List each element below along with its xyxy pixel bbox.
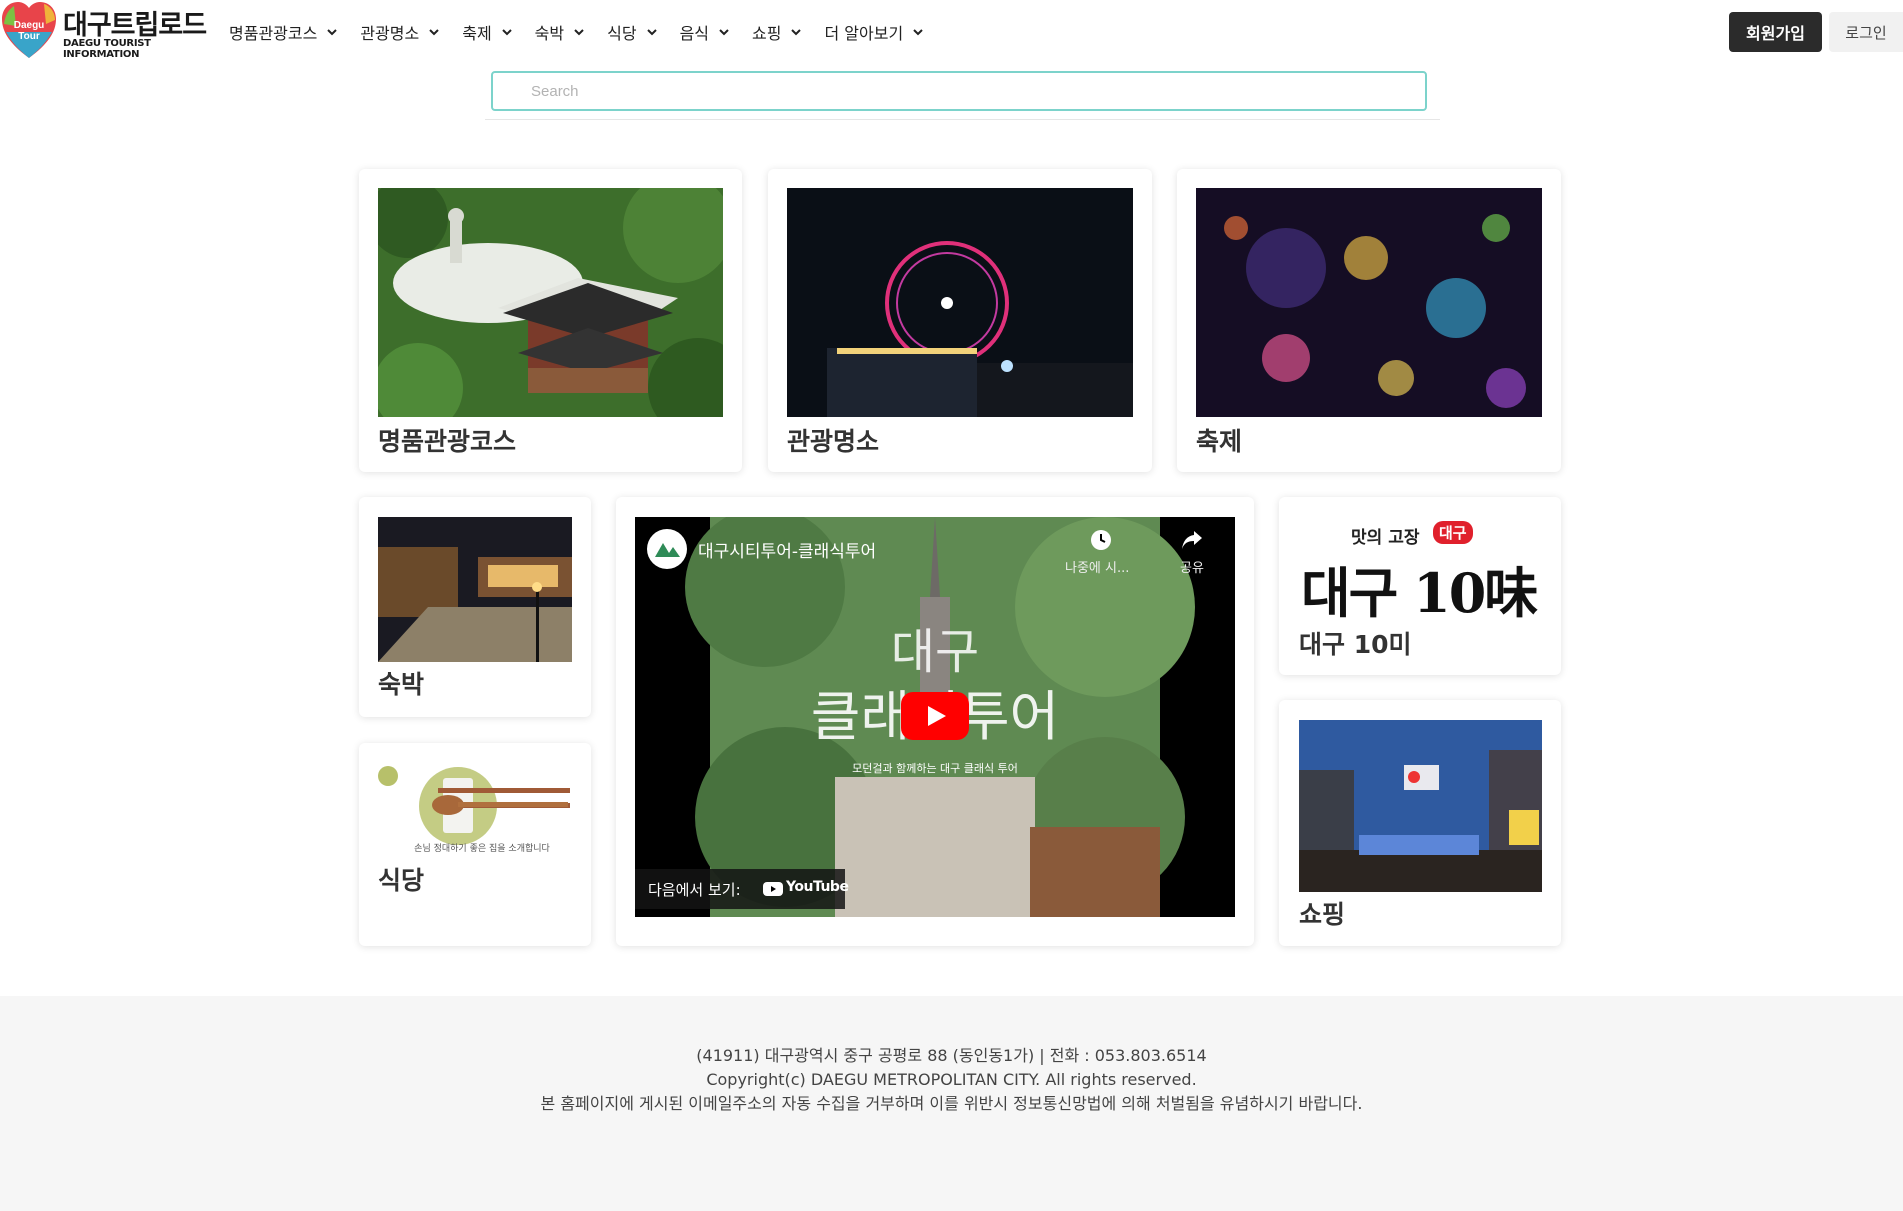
login-button[interactable]: 로그인 [1829,12,1903,52]
site-header: Daegu Tour 대구트립로드 DAEGU TOURIST INFORMAT… [0,0,1903,68]
site-logo[interactable]: Daegu Tour 대구트립로드 DAEGU TOURIST INFORMAT… [0,0,220,64]
chevron-down-icon [574,29,584,36]
card-course[interactable]: 명품관광코스 [359,169,742,472]
nav-label: 관광명소 [360,24,420,43]
card-title-attractions: 관광명소 [787,427,880,456]
share-label[interactable]: 공유 [1180,557,1204,576]
nav-item-course[interactable]: 명품관광코스 [229,20,338,44]
chevron-down-icon [646,29,657,36]
svg-text:Tour: Tour [18,31,40,42]
hanok-image [378,517,572,662]
nav-item-festival[interactable]: 축제 [462,20,512,44]
card-shopping[interactable]: 쇼핑 [1279,700,1561,946]
video-player[interactable]: 대구시티투어-클래식투어 나중에 시... 공유 대구 클래식투어 모던걸과 함… [635,517,1235,917]
card-title-restaurant: 식당 [378,866,425,895]
restaurant-tagline: 손님 정대하기 좋은 집을 소개합니다 [414,844,550,854]
search-bar [485,70,1440,120]
youtube-play-button-icon[interactable] [901,692,969,740]
youtube-wordmark: YouTube [786,879,849,895]
nav-label: 음식 [679,24,710,43]
daegu-tour-heart-logo: Daegu Tour [2,2,56,58]
chevron-down-icon [913,29,923,36]
channel-avatar-icon[interactable] [647,529,687,569]
card-title-course: 명품관광코스 [378,427,517,456]
nav-label: 더 알아보기 [824,24,904,43]
shopping-photo [1299,720,1542,892]
course-photo [378,188,723,417]
nav-item-food[interactable]: 음식 [680,20,729,44]
main-nav: 명품관광코스 관광명소 축제 숙박 식당 음식 쇼핑 더 알아보기 [229,0,946,64]
card-festival[interactable]: 축제 [1177,169,1561,472]
shopping-street-image [1299,720,1542,892]
footer-address: (41911) 대구광역시 중구 공평로 88 (동인동1가) | 전화 : 0… [696,1046,1207,1065]
site-footer: (41911) 대구광역시 중구 공평로 88 (동인동1가) | 전화 : 0… [0,996,1903,1211]
youtube-logo-icon [763,882,783,896]
card-lodging[interactable]: 숙박 [359,497,591,717]
lodging-photo [378,517,572,662]
card-restaurant[interactable]: 손님 정대하기 좋은 집을 소개합니다 식당 [359,743,591,946]
logo-subtitle: DAEGU TOURIST INFORMATION [63,38,151,60]
card-title-shopping: 쇼핑 [1299,900,1346,929]
food10-banner-badge: 대구 [1433,521,1473,544]
clock-icon[interactable] [1090,529,1112,551]
nav-label: 명품관광코스 [229,24,318,43]
video-overlay-sub: 모던걸과 함께하는 대구 클래식 투어 [852,762,1018,775]
logo-title: 대구트립로드 [63,10,207,41]
food10-banner-main: 대구 10味 [1301,561,1538,625]
footer-copyright: Copyright(c) DAEGU METROPOLITAN CITY. Al… [706,1070,1197,1089]
festival-lights-image [1196,188,1542,417]
festival-photo [1196,188,1542,417]
join-button[interactable]: 회원가입 [1729,12,1822,52]
attractions-photo [787,188,1133,417]
nav-item-shopping[interactable]: 쇼핑 [752,20,802,44]
food10-banner-top: 맛의 고장 [1351,528,1420,548]
nav-label: 식당 [607,24,637,43]
card-title-lodging: 숙박 [378,670,425,699]
card-food10[interactable]: 맛의 고장 대구 대구 10味 대구 10미 [1279,497,1561,675]
chevron-down-icon [791,29,802,36]
card-attractions[interactable]: 관광명소 [768,169,1152,472]
card-title-festival: 축제 [1196,427,1243,456]
search-input[interactable] [491,71,1427,111]
nav-item-more[interactable]: 더 알아보기 [824,20,923,44]
ferris-wheel-image [787,188,1133,417]
footer-notice: 본 홈페이지에 게시된 이메일주소의 자동 수집을 거부하며 이를 위반시 정보… [540,1094,1363,1113]
watch-on-label: 다음에서 보기: [648,881,741,899]
svg-text:Daegu: Daegu [14,20,45,31]
chevron-down-icon [429,29,439,36]
chevron-down-icon [719,29,729,36]
chevron-down-icon [501,29,512,36]
nav-item-restaurant[interactable]: 식당 [607,20,657,44]
chevron-down-icon [327,29,338,36]
video-title[interactable]: 대구시티투어-클래식투어 [698,537,876,562]
nav-label: 숙박 [534,24,565,43]
watch-later-label[interactable]: 나중에 시... [1065,557,1129,576]
nav-label: 쇼핑 [752,24,782,43]
card-title-food10: 대구 10미 [1299,630,1412,659]
nav-label: 축제 [462,24,492,43]
share-icon[interactable] [1180,529,1204,551]
nav-item-lodging[interactable]: 숙박 [535,20,584,44]
watch-on-youtube-bar[interactable]: 다음에서 보기: YouTube [635,869,849,909]
temple-image [378,188,723,417]
nav-item-attractions[interactable]: 관광명소 [360,20,439,44]
